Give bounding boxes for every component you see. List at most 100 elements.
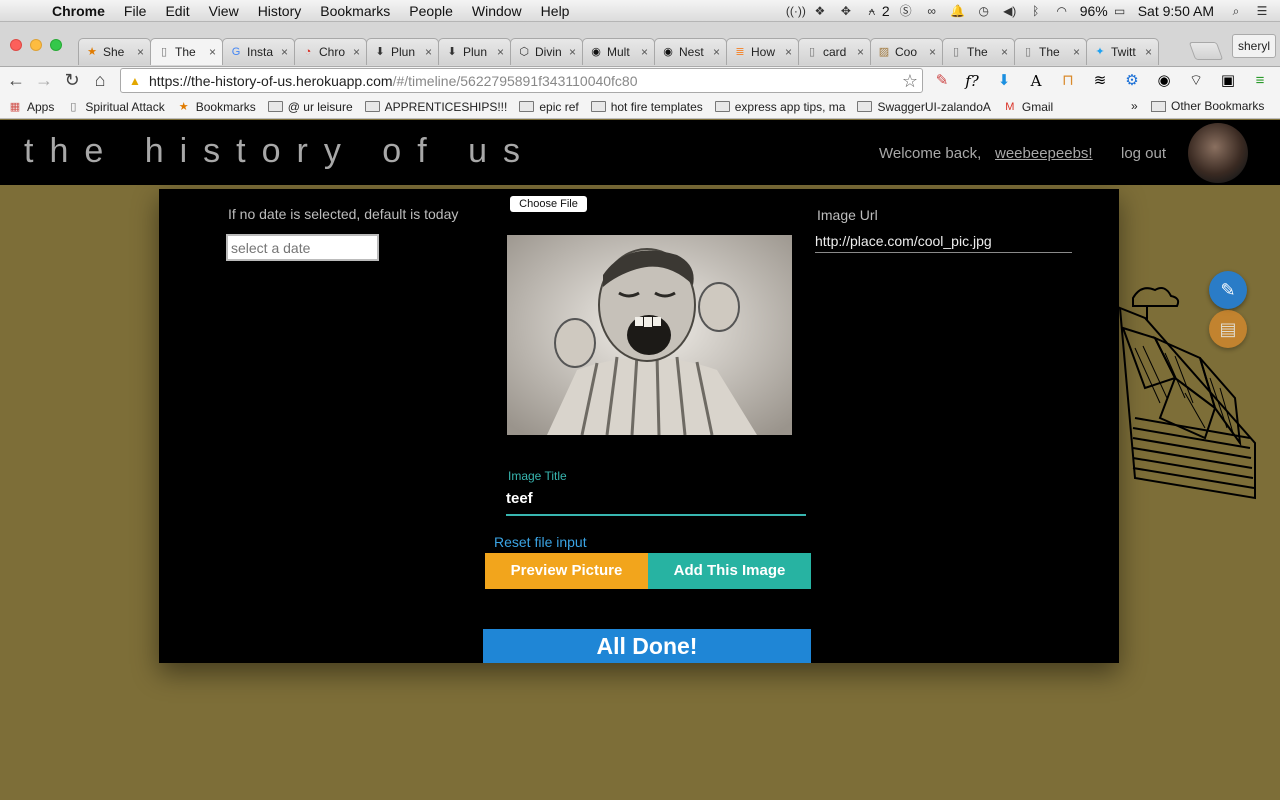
site-logo[interactable]: the history of us bbox=[24, 132, 536, 171]
bookmark-item[interactable]: @ ur leisure bbox=[267, 100, 353, 114]
menu-help[interactable]: Help bbox=[541, 3, 570, 19]
avatar[interactable] bbox=[1188, 123, 1248, 183]
window-close-button[interactable] bbox=[10, 39, 22, 51]
bookmark-item[interactable]: express app tips, ma bbox=[714, 100, 845, 114]
browser-tab[interactable]: ▯ card × bbox=[798, 38, 871, 65]
bookmark-star-icon[interactable]: ☆ bbox=[902, 71, 918, 91]
browser-tab[interactable]: ◉ Nest × bbox=[654, 38, 727, 65]
menu-bookmarks[interactable]: Bookmarks bbox=[320, 3, 390, 19]
new-tab-button[interactable] bbox=[1188, 42, 1224, 60]
address-bar[interactable]: ▲ https://the-history-of-us.herokuapp.co… bbox=[120, 68, 923, 93]
tab-close-icon[interactable]: × bbox=[569, 45, 576, 59]
bookmark-item[interactable]: ★ Bookmarks bbox=[177, 100, 256, 114]
bookmark-item[interactable]: APPRENTICESHIPS!!! bbox=[364, 100, 507, 114]
clock[interactable]: Sat 9:50 AM bbox=[1138, 3, 1214, 19]
browser-tab[interactable]: ▯ The × bbox=[942, 38, 1015, 65]
spotlight-search-icon[interactable]: ⌕ bbox=[1228, 4, 1244, 18]
edit-pencil-button[interactable]: ✎ bbox=[1209, 271, 1247, 309]
move-arrows-icon[interactable]: ✥ bbox=[838, 4, 854, 18]
tab-close-icon[interactable]: × bbox=[137, 45, 144, 59]
function-extension-icon[interactable]: f? bbox=[962, 71, 982, 91]
browser-tab[interactable]: ⬇ Plun × bbox=[438, 38, 511, 65]
back-arrow-icon[interactable]: ← bbox=[6, 70, 26, 90]
browser-tab[interactable]: ✦ Twitt × bbox=[1086, 38, 1159, 65]
bookmark-item[interactable]: ▯ Spiritual Attack bbox=[66, 100, 164, 114]
preview-picture-button[interactable]: Preview Picture bbox=[485, 553, 648, 589]
bookmarks-overflow-chevron[interactable]: » bbox=[1131, 99, 1138, 113]
image-url-input[interactable] bbox=[815, 229, 1072, 253]
browser-tab[interactable]: ⬇ Plun × bbox=[366, 38, 439, 65]
skype-icon[interactable]: Ⓢ bbox=[898, 4, 914, 18]
tab-close-icon[interactable]: × bbox=[641, 45, 648, 59]
tab-close-icon[interactable]: × bbox=[353, 45, 360, 59]
menu-extension-icon[interactable]: ≡ bbox=[1250, 71, 1270, 91]
layers-extension-icon[interactable]: ≋ bbox=[1090, 71, 1110, 91]
tab-close-icon[interactable]: × bbox=[857, 45, 864, 59]
browser-tab[interactable]: ▨ Coo × bbox=[870, 38, 943, 65]
browser-tab[interactable]: ⬡ Divin × bbox=[510, 38, 583, 65]
bookmark-item[interactable]: ▦ Apps bbox=[8, 100, 55, 114]
choose-file-button[interactable]: Choose File bbox=[510, 196, 587, 212]
browser-tab[interactable]: ★ She × bbox=[78, 38, 151, 65]
color-wheel-extension-icon[interactable]: ◉ bbox=[1154, 71, 1174, 91]
adobe-icon[interactable]: ⍲ bbox=[864, 4, 880, 18]
menu-view[interactable]: View bbox=[209, 3, 239, 19]
eyedropper-extension-icon[interactable]: ✎ bbox=[932, 71, 952, 91]
reset-file-input-link[interactable]: Reset file input bbox=[494, 534, 587, 550]
dropbox-icon[interactable]: ❖ bbox=[812, 4, 828, 18]
tab-close-icon[interactable]: × bbox=[713, 45, 720, 59]
clipboard-extension-icon[interactable]: ▣ bbox=[1218, 71, 1238, 91]
volume-icon[interactable]: ◀) bbox=[1002, 4, 1018, 18]
bookmark-item[interactable]: M Gmail bbox=[1003, 100, 1053, 114]
font-extension-icon[interactable]: A bbox=[1026, 71, 1046, 91]
tab-close-icon[interactable]: × bbox=[1001, 45, 1008, 59]
tab-close-icon[interactable]: × bbox=[281, 45, 288, 59]
profile-button[interactable]: sheryl bbox=[1232, 34, 1276, 58]
browser-tab[interactable]: ◉ Mult × bbox=[582, 38, 655, 65]
menu-edit[interactable]: Edit bbox=[165, 3, 189, 19]
other-bookmarks[interactable]: Other Bookmarks bbox=[1151, 99, 1264, 113]
time-machine-icon[interactable]: ◷ bbox=[976, 4, 992, 18]
menu-history[interactable]: History bbox=[258, 3, 302, 19]
notification-center-icon[interactable]: ☰ bbox=[1254, 4, 1270, 18]
bookmark-item[interactable]: SwaggerUI-zalandoA bbox=[857, 100, 991, 114]
battery-icon[interactable]: ▭ bbox=[1112, 4, 1128, 18]
bookmark-item[interactable]: hot fire templates bbox=[590, 100, 703, 114]
menu-window[interactable]: Window bbox=[472, 3, 522, 19]
menu-file[interactable]: File bbox=[124, 3, 147, 19]
tab-close-icon[interactable]: × bbox=[497, 45, 504, 59]
reload-icon[interactable]: ↻ bbox=[62, 70, 82, 90]
gear-extension-icon[interactable]: ⚙ bbox=[1122, 71, 1142, 91]
tab-close-icon[interactable]: × bbox=[1145, 45, 1152, 59]
pocket-extension-icon[interactable]: ⌔ bbox=[1186, 71, 1206, 91]
download-extension-icon[interactable]: ⬇ bbox=[994, 71, 1014, 91]
logout-link[interactable]: log out bbox=[1121, 145, 1166, 162]
tab-close-icon[interactable]: × bbox=[209, 45, 216, 59]
date-input[interactable] bbox=[226, 234, 379, 261]
ruler-extension-icon[interactable]: ⊓ bbox=[1058, 71, 1078, 91]
menu-chrome[interactable]: Chrome bbox=[52, 3, 105, 19]
window-minimize-button[interactable] bbox=[30, 39, 42, 51]
tab-close-icon[interactable]: × bbox=[425, 45, 432, 59]
chat-bubble-button[interactable]: ▤ bbox=[1209, 310, 1247, 348]
tab-close-icon[interactable]: × bbox=[929, 45, 936, 59]
menu-people[interactable]: People bbox=[409, 3, 453, 19]
tab-close-icon[interactable]: × bbox=[785, 45, 792, 59]
tab-close-icon[interactable]: × bbox=[1073, 45, 1080, 59]
browser-tab[interactable]: ◔ Chro × bbox=[294, 38, 367, 65]
browser-tab[interactable]: ▯ The × bbox=[1014, 38, 1087, 65]
wifi-icon[interactable]: ◠ bbox=[1054, 4, 1070, 18]
all-done-button[interactable]: All Done! bbox=[483, 629, 811, 663]
image-title-input[interactable] bbox=[506, 482, 806, 516]
notification-bell-icon[interactable]: 🔔 bbox=[950, 4, 966, 18]
browser-tab[interactable]: ▯ The × bbox=[150, 38, 223, 65]
bookmark-item[interactable]: epic ref bbox=[519, 100, 579, 114]
airdrop-icon[interactable]: ((·)) bbox=[786, 4, 806, 18]
window-zoom-button[interactable] bbox=[50, 39, 62, 51]
browser-tab[interactable]: ≣ How × bbox=[726, 38, 799, 65]
bluetooth-icon[interactable]: ᛒ bbox=[1028, 4, 1044, 18]
browser-tab[interactable]: G Insta × bbox=[222, 38, 295, 65]
username-link[interactable]: weebeepeebs! bbox=[995, 145, 1093, 162]
infinity-icon[interactable]: ∞ bbox=[924, 4, 940, 18]
add-this-image-button[interactable]: Add This Image bbox=[648, 553, 811, 589]
